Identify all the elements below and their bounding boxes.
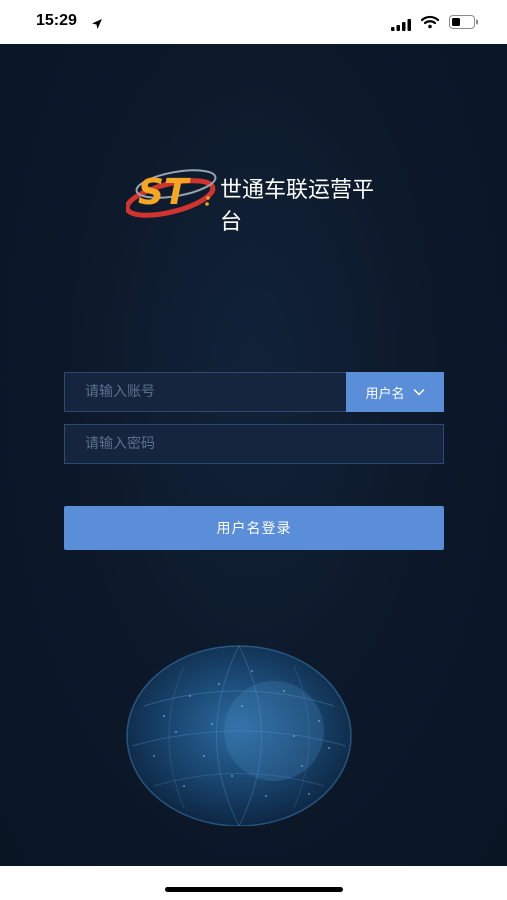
battery-icon — [449, 14, 479, 33]
logo-mark-text: ST — [138, 172, 191, 213]
account-input[interactable] — [64, 372, 346, 412]
home-indicator-bar — [0, 866, 507, 900]
login-button[interactable]: 用户名登录 — [64, 506, 444, 550]
app-logo: ST 世通车联运营平台 — [126, 156, 386, 235]
account-row: 用户名 — [64, 372, 444, 412]
login-type-select[interactable]: 用户名 — [346, 372, 444, 412]
status-bar: 15:29 — [0, 0, 507, 44]
status-time: 15:29 — [36, 12, 77, 29]
globe-illustration — [126, 645, 352, 826]
location-arrow-icon — [91, 15, 103, 34]
password-input[interactable] — [64, 424, 444, 464]
cellular-signal-icon — [391, 16, 411, 35]
app-title: 世通车联运营平台 — [220, 178, 375, 235]
login-screen: ST 世通车联运营平台 用户名 用户名登录 — [0, 44, 507, 866]
wifi-icon — [420, 14, 440, 33]
home-indicator[interactable] — [165, 887, 343, 892]
chevron-down-icon — [412, 385, 425, 400]
st-logo-mark: ST — [126, 169, 217, 218]
login-type-label: 用户名 — [365, 386, 405, 402]
